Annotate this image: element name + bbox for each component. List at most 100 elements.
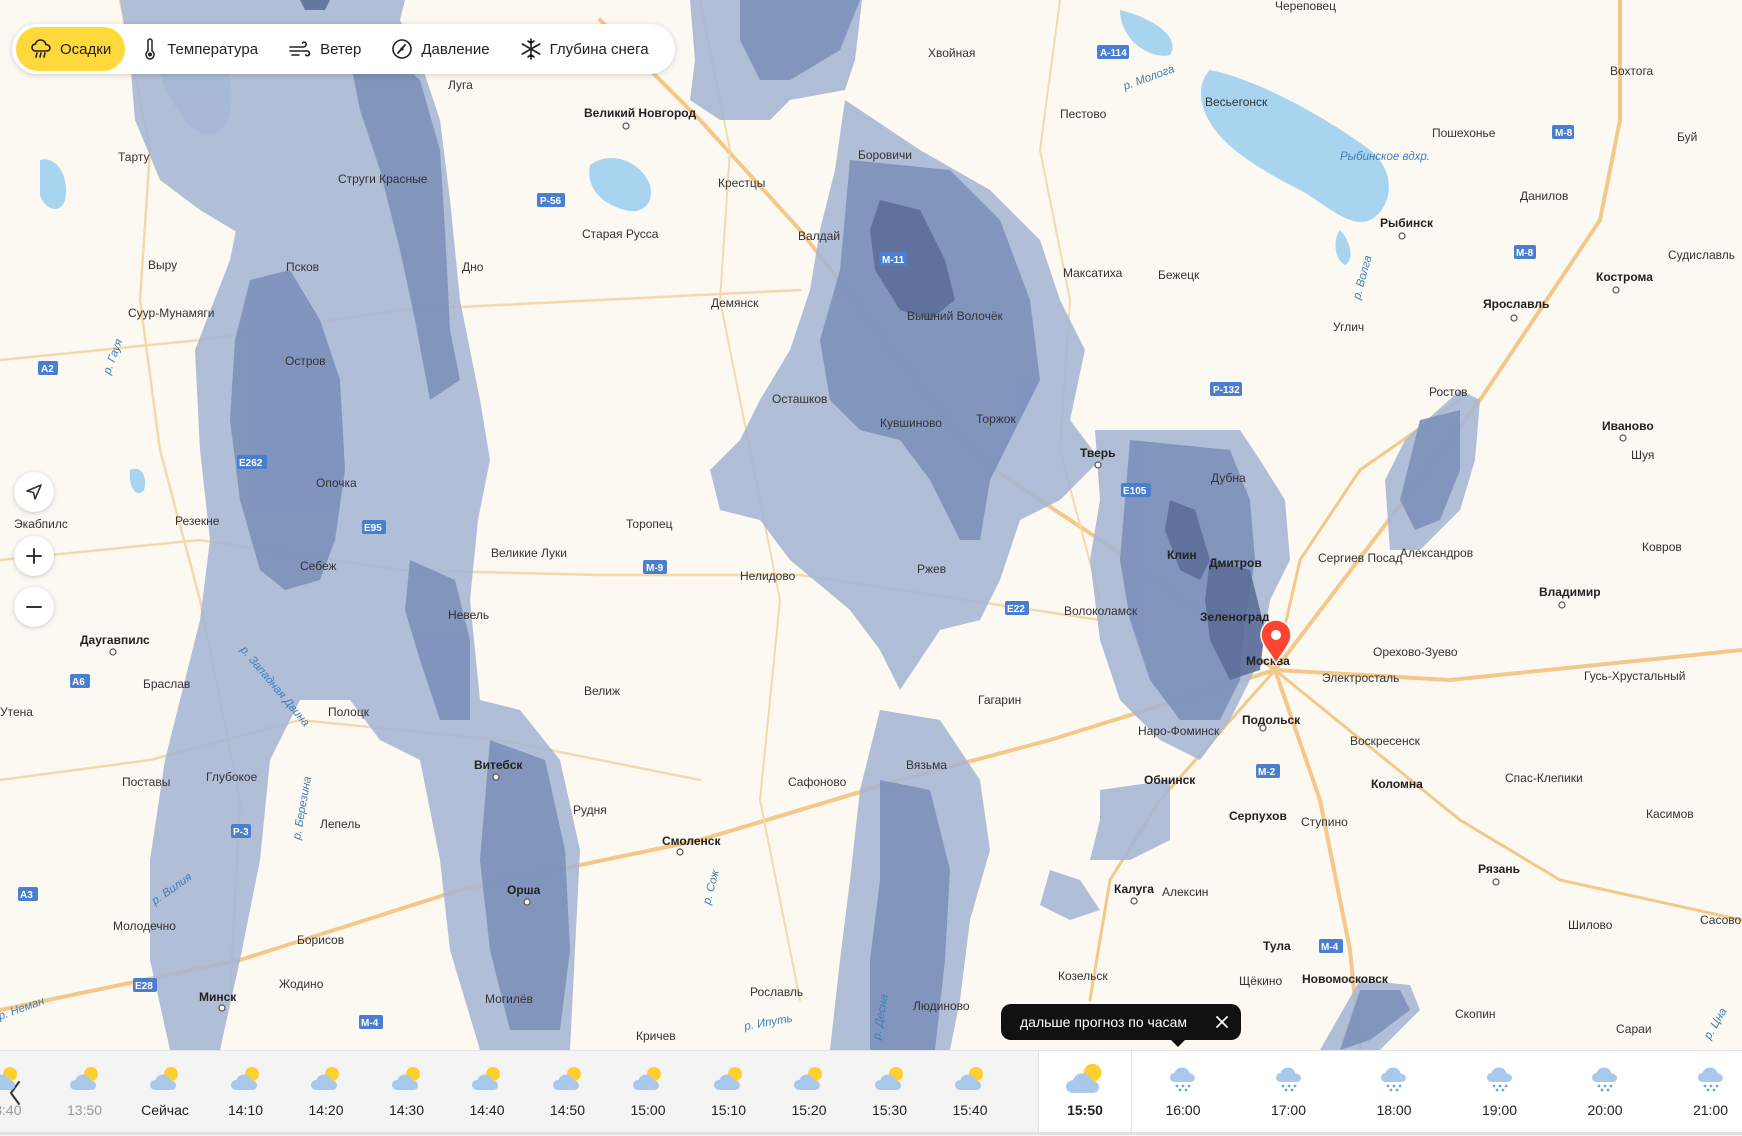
svg-text:P-3: P-3 [233,827,249,838]
rain-cloud-icon [31,39,51,58]
timeline-hour-item[interactable]: 16:00 [1135,1051,1231,1135]
partly-cloudy-icon [873,1061,907,1097]
minus-icon [26,606,42,608]
svg-text:Витебск: Витебск [474,758,523,772]
timeline-step[interactable]: 15:00 [608,1051,688,1135]
svg-text:Рыбинское вдхр.: Рыбинское вдхр. [1340,151,1430,163]
timeline-step-label: 14:50 [549,1102,586,1118]
svg-text:Пестово: Пестово [1060,107,1107,121]
svg-text:Рославль: Рославль [750,985,803,999]
timeline-step[interactable]: 14:10 [206,1051,286,1135]
timeline-hour-label: 21:00 [1692,1102,1729,1118]
tab-pressure[interactable]: Давление [377,27,503,71]
timeline-step[interactable]: 15:10 [689,1051,769,1135]
timeline-step-selected[interactable]: 15:50 [1038,1051,1132,1135]
svg-text:Ржев: Ржев [917,562,946,576]
tab-snow-depth[interactable]: Глубина снега [506,27,663,71]
rain-cloud-icon [1379,1061,1409,1097]
svg-text:A-114: A-114 [1100,48,1127,59]
svg-text:Ковров: Ковров [1642,540,1682,554]
timeline-step[interactable]: 15:40 [930,1051,1010,1135]
svg-text:E22: E22 [1007,604,1025,615]
svg-text:Нелидово: Нелидово [740,569,796,583]
zoom-out-button[interactable] [14,587,54,627]
hourly-forecast-tooltip: дальше прогноз по часам [1001,1004,1241,1047]
svg-text:Полоцк: Полоцк [328,705,370,719]
locate-button[interactable] [14,472,54,512]
tab-wind[interactable]: Ветер [274,27,375,71]
svg-text:Великие Луки: Великие Луки [491,546,567,560]
svg-text:Осташков: Осташков [772,392,827,406]
svg-text:Максатиха: Максатиха [1063,266,1123,280]
timeline-step[interactable]: 13:50 [45,1051,125,1135]
zoom-in-button[interactable] [14,536,54,576]
partly-cloudy-icon [551,1061,585,1097]
svg-text:Поставы: Поставы [122,775,170,789]
timeline-hour-item[interactable]: 21:00 [1663,1051,1742,1135]
svg-text:M-4: M-4 [361,1018,379,1029]
partly-cloudy-icon [953,1061,987,1097]
svg-text:M-8: M-8 [1516,248,1534,259]
svg-text:Новомосковск: Новомосковск [1302,972,1389,986]
timeline-step[interactable]: 14:30 [367,1051,447,1135]
svg-text:Скопин: Скопин [1455,1007,1496,1021]
layer-toolbar: Осадки Температура Ветер Давление Глубин… [12,24,675,74]
timeline-step-now[interactable]: Сейчас [125,1051,205,1135]
close-icon[interactable] [1215,1015,1229,1029]
partly-cloudy-icon [631,1061,665,1097]
svg-text:Подольск: Подольск [1242,713,1301,727]
timeline-hour-item[interactable]: 17:00 [1241,1051,1337,1135]
rain-cloud-icon [1485,1061,1515,1097]
partly-cloudy-icon [229,1061,263,1097]
svg-text:Невель: Невель [448,608,489,622]
svg-text:Себеж: Себеж [300,559,337,573]
svg-text:Ступино: Ступино [1301,815,1348,829]
svg-text:Даугавпилс: Даугавпилс [80,633,150,647]
timeline-step[interactable]: 13:40 [0,1051,44,1135]
partly-cloudy-icon [0,1061,21,1097]
svg-text:Торопец: Торопец [626,517,673,531]
timeline-step-label: Сейчас [141,1102,189,1118]
svg-text:Дубна: Дубна [1211,471,1246,485]
svg-text:Могилёв: Могилёв [485,992,533,1006]
timeline-hour-item[interactable]: 18:00 [1346,1051,1442,1135]
svg-text:Клин: Клин [1167,548,1197,562]
svg-text:Рязань: Рязань [1478,862,1520,876]
tab-temperature[interactable]: Температура [127,27,272,71]
timeline-step[interactable]: 14:40 [447,1051,527,1135]
svg-text:E28: E28 [135,981,153,992]
svg-text:Браслав: Браслав [143,677,190,691]
svg-text:Утена: Утена [0,705,33,719]
timeline-hour-label: 18:00 [1376,1102,1412,1118]
svg-text:Судиславль: Судиславль [1668,248,1735,262]
svg-text:Углич: Углич [1333,320,1364,334]
svg-text:Старая Русса: Старая Русса [582,227,659,241]
svg-text:Молодечно: Молодечно [113,919,176,933]
forecast-timeline: 13:40 13:50 Сейчас 14:10 14:20 14:30 14:40 14:5… [0,1050,1742,1135]
svg-text:Зеленоград: Зеленоград [1200,610,1270,624]
timeline-hour-item[interactable]: 19:00 [1452,1051,1548,1135]
weather-map[interactable]: A-114 M-8 P-56 M-11 P-132 A2 E262 E95 E1… [0,0,1742,1136]
svg-text:Псков: Псков [286,260,319,274]
tab-pressure-label: Давление [421,40,490,58]
rain-cloud-icon [1696,1061,1726,1097]
svg-text:Москва: Москва [1246,654,1290,668]
svg-text:Вязьма: Вязьма [906,758,947,772]
timeline-step[interactable]: 14:20 [286,1051,366,1135]
svg-text:Бежецк: Бежецк [1158,268,1200,282]
svg-text:Гусь-Хрустальный: Гусь-Хрустальный [1584,669,1685,683]
svg-text:Кострома: Кострома [1596,270,1653,284]
svg-text:Велиж: Велиж [584,684,620,698]
timeline-step[interactable]: 15:30 [850,1051,930,1135]
tab-precipitation[interactable]: Осадки [16,27,126,71]
timeline-step[interactable]: 15:20 [769,1051,849,1135]
tab-snow-depth-label: Глубина снега [549,40,649,58]
timeline-progress-track [0,1132,1742,1135]
rain-cloud-icon [1168,1061,1198,1097]
timeline-hour-item[interactable]: 20:00 [1557,1051,1653,1135]
svg-text:E262: E262 [239,458,263,469]
timeline-step[interactable]: 14:50 [528,1051,608,1135]
svg-text:Сасово: Сасово [1700,913,1742,927]
svg-text:Опочка: Опочка [316,476,357,490]
svg-text:Щёкино: Щёкино [1239,974,1283,988]
